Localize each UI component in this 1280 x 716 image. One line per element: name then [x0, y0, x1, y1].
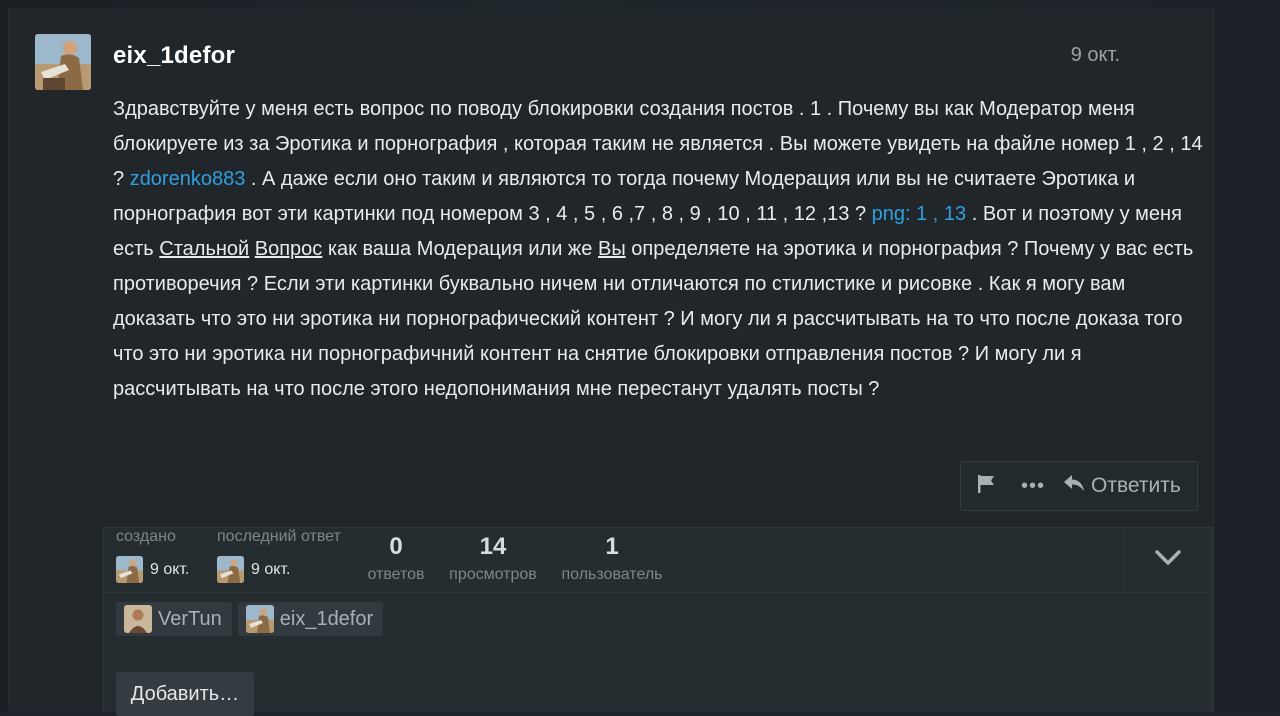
chevron-down-icon — [1155, 549, 1181, 571]
reply-label: Ответить — [1091, 474, 1181, 497]
ellipsis-icon: ••• — [1020, 474, 1045, 497]
more-options-button[interactable]: ••• — [1019, 462, 1047, 510]
users-stat: 1 пользователь — [559, 532, 665, 584]
avatar — [116, 556, 143, 583]
views-count: 14 — [479, 533, 507, 560]
users-label: пользователь — [561, 566, 663, 583]
created-column[interactable]: создано 9 окт. — [116, 528, 189, 583]
participant-name: VerTun — [158, 607, 222, 630]
participant-name: eix_1defor — [279, 607, 374, 630]
replies-stat: 0 ответов — [366, 532, 426, 584]
reply-button[interactable]: Ответить — [1063, 462, 1181, 510]
attachment-link[interactable]: png: 1 , 13 — [872, 203, 967, 225]
created-date: 9 окт. — [150, 560, 190, 578]
avatar — [245, 605, 274, 633]
participant-chip[interactable]: VerTun — [116, 602, 232, 636]
user-mention-link[interactable]: zdorenko883 — [130, 168, 246, 190]
last-reply-label: последний ответ — [217, 528, 341, 545]
topic-map: создано 9 окт. последний ответ 9 окт. 0 … — [103, 527, 1213, 716]
last-reply-column[interactable]: последний ответ 9 окт. — [217, 528, 341, 583]
replies-label: ответов — [367, 566, 425, 583]
post-username[interactable]: eix_1defor — [113, 42, 235, 70]
replies-count: 0 — [389, 533, 403, 560]
views-stat: 14 просмотров — [446, 532, 540, 584]
participant-chip[interactable]: eix_1defor — [237, 602, 384, 636]
participant-list: VerTun eix_1defor — [116, 602, 384, 636]
avatar — [124, 605, 152, 633]
post-actions: ••• Ответить — [960, 461, 1198, 511]
post-text: как ваша Модерация или же — [322, 238, 598, 260]
underlined-text: Вопрос — [254, 238, 323, 260]
underlined-text: Стальной — [159, 238, 250, 260]
add-button[interactable]: Добавить… — [116, 672, 254, 716]
created-label: создано — [116, 528, 176, 545]
avatar — [217, 556, 244, 583]
post-body: Здравствуйте у меня есть вопрос по повод… — [113, 92, 1203, 407]
last-reply-date: 9 окт. — [251, 560, 291, 578]
users-count: 1 — [605, 533, 619, 560]
post-text: определяете на эротика и порнография ? П… — [113, 238, 1194, 400]
underlined-text: Вы — [598, 238, 626, 260]
post-date[interactable]: 9 окт. — [1071, 44, 1120, 67]
topic-map-summary: создано 9 окт. последний ответ 9 окт. 0 … — [104, 528, 1212, 593]
page-right-gutter — [1213, 0, 1280, 711]
reply-arrow-icon — [1063, 473, 1085, 499]
flag-icon — [976, 474, 996, 499]
expand-topic-map-button[interactable] — [1123, 528, 1212, 592]
user-avatar[interactable] — [35, 34, 91, 90]
flag-button[interactable] — [971, 462, 1001, 510]
views-label: просмотров — [449, 566, 537, 583]
